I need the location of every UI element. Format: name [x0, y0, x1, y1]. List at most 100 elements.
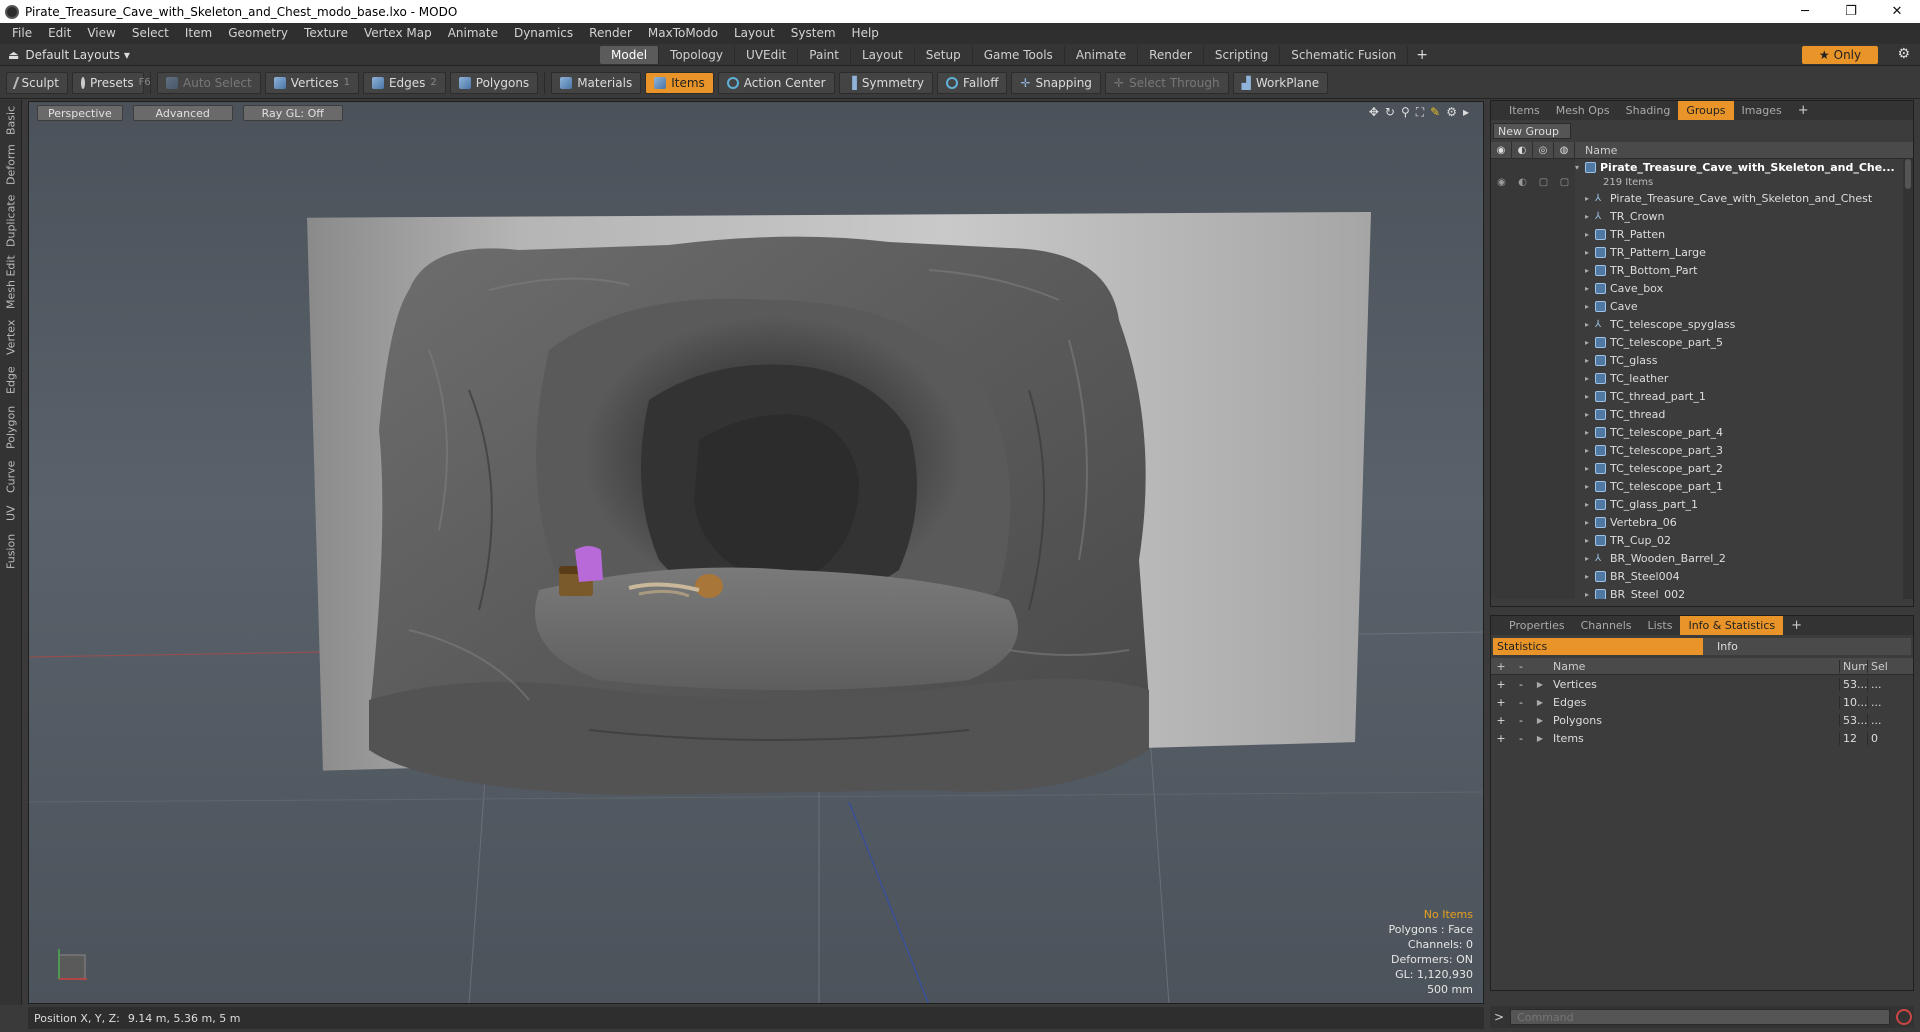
layout-dropdown[interactable]: ⏏ Default Layouts ▾: [0, 48, 600, 62]
vtab-polygon[interactable]: Polygon: [0, 402, 22, 452]
falloff-button[interactable]: Falloff: [937, 71, 1008, 94]
expand-icon[interactable]: ▸: [1585, 194, 1595, 203]
edges-button[interactable]: Edges 2: [362, 71, 446, 94]
expand-icon[interactable]: ▸: [1585, 212, 1595, 221]
menu-animate[interactable]: Animate: [440, 23, 506, 44]
menu-help[interactable]: Help: [844, 23, 887, 44]
group-item-row[interactable]: ▸ TC_thread_part_1: [1491, 387, 1913, 405]
tab-properties[interactable]: Properties: [1501, 616, 1573, 635]
tab-setup[interactable]: Setup: [915, 45, 973, 64]
shading-dropdown[interactable]: Advanced: [132, 105, 233, 121]
vertices-button[interactable]: Vertices 1: [264, 71, 359, 94]
vtab-fusion[interactable]: Fusion: [0, 530, 22, 572]
group-item-row[interactable]: ▸ TR_Bottom_Part: [1491, 261, 1913, 279]
menu-file[interactable]: File: [4, 23, 40, 44]
gear-icon[interactable]: ⚙: [1897, 46, 1910, 62]
menu-layout[interactable]: Layout: [726, 23, 783, 44]
expand-icon[interactable]: ▸: [1585, 536, 1595, 545]
polygons-button[interactable]: Polygons: [449, 71, 539, 94]
expand-icon[interactable]: ▸: [1585, 446, 1595, 455]
group-item-row[interactable]: ▸ TR_Patten: [1491, 225, 1913, 243]
expand-icon[interactable]: ▶: [1531, 716, 1549, 725]
expand-icon[interactable]: ▶: [1531, 698, 1549, 707]
select-through-button[interactable]: ✛ Select Through: [1104, 71, 1229, 94]
menu-system[interactable]: System: [783, 23, 844, 44]
vtab-duplicate[interactable]: Duplicate: [0, 194, 22, 248]
expand-icon[interactable]: ▸: [1585, 482, 1595, 491]
materials-button[interactable]: Materials: [551, 71, 642, 94]
lock-column-icon[interactable]: ◎: [1533, 141, 1554, 159]
tab-paint[interactable]: Paint: [798, 45, 851, 64]
tab-schematic-fusion[interactable]: Schematic Fusion: [1280, 45, 1409, 64]
select-column-icon[interactable]: ◍: [1554, 141, 1575, 159]
items-button[interactable]: Items: [645, 71, 714, 94]
group-item-row[interactable]: ▸ Vertebra_06: [1491, 513, 1913, 531]
vtab-basic[interactable]: Basic: [0, 104, 22, 136]
expand-icon[interactable]: ▸: [1585, 428, 1595, 437]
vtab-mesh-edit[interactable]: Mesh Edit: [0, 254, 22, 310]
expand-icon[interactable]: ▶: [1531, 680, 1549, 689]
expand-icon[interactable]: ▸: [1585, 356, 1595, 365]
vtab-uv[interactable]: UV: [0, 502, 22, 524]
expand-icon[interactable]: ▸: [1585, 320, 1595, 329]
subtab-info[interactable]: Info: [1703, 638, 1911, 655]
tab-info-statistics[interactable]: Info & Statistics: [1680, 616, 1784, 635]
group-item-row[interactable]: ▸ TC_glass_part_1: [1491, 495, 1913, 513]
expand-all-icon[interactable]: +: [1491, 660, 1511, 673]
expand-icon[interactable]: ▸: [1585, 230, 1595, 239]
group-item-row[interactable]: ▸ ⅄ BR_Wooden_Barrel_2: [1491, 549, 1913, 567]
tab-channels[interactable]: Channels: [1573, 616, 1640, 635]
group-item-row[interactable]: ▸ TC_telescope_part_2: [1491, 459, 1913, 477]
sculpt-button[interactable]: Sculpt: [6, 71, 68, 94]
group-item-row[interactable]: ▸ TR_Pattern_Large: [1491, 243, 1913, 261]
remove-from-selection-icon[interactable]: -: [1511, 678, 1531, 691]
expand-icon[interactable]: ▸: [1585, 518, 1595, 527]
command-input[interactable]: [1510, 1009, 1891, 1025]
maximize-button[interactable]: ❐: [1828, 0, 1874, 23]
menu-geometry[interactable]: Geometry: [220, 23, 296, 44]
expand-icon[interactable]: ▸: [1585, 338, 1595, 347]
menu-dynamics[interactable]: Dynamics: [506, 23, 581, 44]
tab-lists[interactable]: Lists: [1640, 616, 1681, 635]
tab-render[interactable]: Render: [1138, 45, 1204, 64]
expand-icon[interactable]: ▸: [1585, 572, 1595, 581]
tab-scripting[interactable]: Scripting: [1204, 45, 1281, 64]
add-stats-tab-button[interactable]: +: [1783, 616, 1810, 635]
new-group-button[interactable]: New Group: [1493, 123, 1571, 139]
add-to-selection-icon[interactable]: +: [1491, 732, 1511, 745]
subtab-statistics[interactable]: Statistics: [1493, 638, 1703, 655]
expand-icon[interactable]: ▸: [1585, 374, 1595, 383]
auto-select-button[interactable]: Auto Select: [157, 71, 261, 94]
render-column-icon[interactable]: ◐: [1512, 141, 1533, 159]
remove-from-selection-icon[interactable]: -: [1511, 696, 1531, 709]
group-item-row[interactable]: ▸ TC_telescope_part_3: [1491, 441, 1913, 459]
group-item-row[interactable]: ▸ Cave: [1491, 297, 1913, 315]
brush-display-icon[interactable]: ✎: [1430, 105, 1440, 120]
presets-button[interactable]: Presets F6: [72, 71, 151, 94]
menu-view[interactable]: View: [79, 23, 123, 44]
only-toggle[interactable]: ★ Only: [1802, 46, 1878, 64]
add-panel-tab-button[interactable]: +: [1790, 101, 1817, 120]
raygl-dropdown[interactable]: Ray GL: Off: [242, 105, 343, 121]
stats-row[interactable]: + - ▶ Edges 10......: [1491, 693, 1913, 711]
tab-uvedit[interactable]: UVEdit: [735, 45, 799, 64]
workplane-button[interactable]: ▟ WorkPlane: [1232, 71, 1329, 94]
zoom-icon[interactable]: ⚲: [1401, 105, 1410, 120]
tab-mesh-ops[interactable]: Mesh Ops: [1548, 101, 1618, 120]
remove-from-selection-icon[interactable]: -: [1511, 732, 1531, 745]
group-item-row[interactable]: ▸ Cave_box: [1491, 279, 1913, 297]
menu-maxtomodo[interactable]: MaxToModo: [640, 23, 726, 44]
tab-layout[interactable]: Layout: [851, 45, 915, 64]
tab-animate[interactable]: Animate: [1065, 45, 1139, 64]
remove-from-selection-icon[interactable]: -: [1511, 714, 1531, 727]
expand-icon[interactable]: ▸: [1585, 302, 1595, 311]
expand-icon[interactable]: ▸: [1585, 266, 1595, 275]
view-mode-dropdown[interactable]: Perspective: [37, 105, 123, 121]
collapse-all-icon[interactable]: -: [1511, 660, 1531, 673]
symmetry-button[interactable]: ▐ Symmetry: [838, 71, 934, 94]
add-to-selection-icon[interactable]: +: [1491, 678, 1511, 691]
fit-icon[interactable]: ⛶: [1416, 105, 1424, 120]
group-item-row[interactable]: ▸ TC_telescope_part_4: [1491, 423, 1913, 441]
expand-icon[interactable]: ▸: [1585, 410, 1595, 419]
tab-topology[interactable]: Topology: [659, 45, 736, 64]
